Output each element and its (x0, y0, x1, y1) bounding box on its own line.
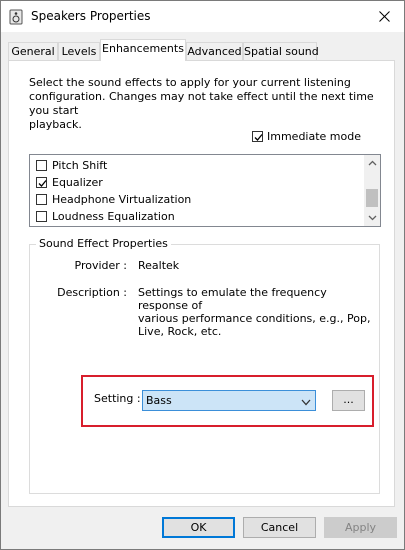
tab-levels[interactable]: Levels (58, 42, 100, 60)
scroll-thumb[interactable] (366, 189, 378, 207)
list-item-loudness-equalization[interactable]: Loudness Equalization (36, 208, 175, 225)
chevron-up-icon (368, 160, 376, 166)
group-title: Sound Effect Properties (36, 237, 171, 250)
list-item-equalizer[interactable]: Equalizer (36, 174, 103, 191)
effects-list[interactable]: Pitch Shift Equalizer Headphone Virtuali… (29, 154, 381, 227)
equalizer-check[interactable] (36, 177, 47, 188)
chevron-down-icon (301, 396, 311, 409)
speakers-properties-window: Speakers Properties General Levels Enhan… (0, 0, 405, 550)
close-icon (378, 11, 390, 22)
setting-dropdown[interactable]: Bass (142, 390, 316, 411)
enhancements-panel: Select the sound effects to apply for yo… (8, 60, 395, 507)
tab-advanced[interactable]: Advanced (186, 42, 243, 60)
setting-dropdown-value: Bass (146, 394, 172, 407)
ok-button[interactable]: OK (162, 517, 235, 538)
apply-button[interactable]: Apply (324, 517, 397, 538)
provider-label: Provider : (74, 259, 128, 272)
effects-scrollbar[interactable] (364, 155, 380, 226)
description-label: Description : (57, 286, 127, 299)
window-title: Speakers Properties (31, 9, 151, 23)
title-bar: Speakers Properties (1, 1, 404, 32)
more-settings-button[interactable]: ... (332, 390, 365, 411)
tab-spatial-sound[interactable]: Spatial sound (243, 42, 319, 60)
cancel-button[interactable]: Cancel (243, 517, 316, 538)
list-item-headphone-virtualization[interactable]: Headphone Virtualization (36, 191, 191, 208)
scroll-up-button[interactable] (364, 155, 380, 171)
check-icon (254, 134, 263, 141)
immediate-mode-checkbox[interactable]: Immediate mode (252, 130, 361, 143)
chevron-down-icon (368, 215, 376, 221)
headphone-virtualization-check[interactable] (36, 194, 47, 205)
immediate-mode-check[interactable] (252, 131, 263, 142)
tab-enhancements[interactable]: Enhancements (100, 39, 186, 61)
close-button[interactable] (364, 1, 404, 32)
sound-effect-properties-group (29, 244, 380, 494)
immediate-mode-label: Immediate mode (267, 130, 361, 143)
tab-general[interactable]: General (8, 42, 58, 60)
list-item-pitch-shift[interactable]: Pitch Shift (36, 157, 107, 174)
enhancements-description: Select the sound effects to apply for yo… (29, 76, 374, 131)
provider-value: Realtek (138, 259, 180, 272)
setting-label: Setting : (94, 392, 141, 405)
scroll-down-button[interactable] (364, 210, 380, 226)
description-value: Settings to emulate the frequency respon… (138, 286, 371, 338)
loudness-equalization-check[interactable] (36, 211, 47, 222)
speaker-icon (9, 9, 23, 25)
check-icon (38, 180, 47, 187)
pitch-shift-check[interactable] (36, 160, 47, 171)
